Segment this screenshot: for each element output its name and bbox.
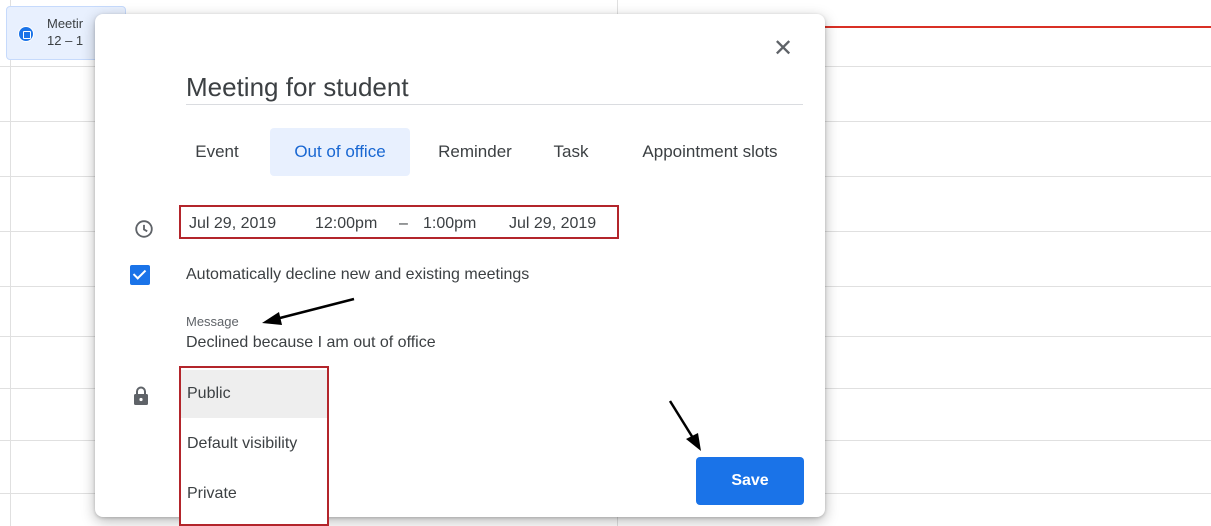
arrow-to-message bbox=[262, 297, 355, 325]
annotation-arrows bbox=[262, 297, 701, 451]
arrow-to-save bbox=[668, 400, 701, 451]
